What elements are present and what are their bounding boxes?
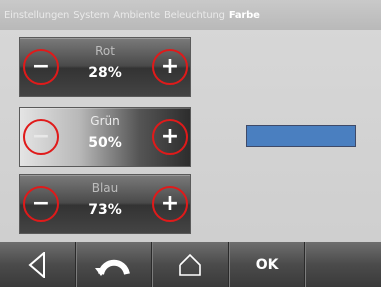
breadcrumb-item-system[interactable]: System — [73, 10, 109, 21]
plus-icon: + — [160, 124, 180, 149]
breadcrumb-item-beleuchtung[interactable]: Beleuchtung — [164, 10, 225, 21]
ok-label: OK — [255, 256, 279, 273]
green-slider: Grün 50% − + — [19, 107, 191, 167]
plus-icon: + — [160, 54, 180, 79]
nav-empty-slot — [305, 242, 381, 287]
home-button[interactable] — [152, 242, 229, 287]
breadcrumb-item-farbe: Farbe — [228, 9, 260, 21]
ok-button[interactable]: OK — [228, 242, 306, 287]
blue-decrease-button[interactable]: − — [23, 186, 59, 222]
blue-slider: Blau 73% − + — [19, 174, 191, 234]
breadcrumb: Einstellungen System Ambiente Beleuchtun… — [0, 0, 381, 30]
color-settings-screen: Einstellungen System Ambiente Beleuchtun… — [0, 0, 381, 287]
breadcrumb-item-ambiente[interactable]: Ambiente — [113, 10, 160, 21]
blue-increase-button[interactable]: + — [152, 186, 188, 222]
plus-icon: + — [160, 191, 180, 216]
minus-icon: − — [31, 191, 51, 216]
red-increase-button[interactable]: + — [152, 49, 188, 85]
minus-icon: − — [31, 54, 51, 79]
green-increase-button[interactable]: + — [152, 119, 188, 155]
triangle-left-icon — [28, 251, 46, 278]
breadcrumb-item-einstellungen[interactable]: Einstellungen — [4, 10, 69, 21]
minus-icon: − — [31, 124, 51, 149]
back-button[interactable] — [0, 242, 76, 287]
bottom-navigation: OK — [0, 242, 381, 287]
red-decrease-button[interactable]: − — [23, 49, 59, 85]
red-slider: Rot 28% − + — [19, 37, 191, 97]
color-preview-swatch — [246, 125, 356, 147]
undo-button[interactable] — [75, 242, 153, 287]
green-decrease-button[interactable]: − — [23, 119, 59, 155]
home-icon — [179, 253, 202, 276]
curved-arrow-icon — [94, 259, 130, 276]
